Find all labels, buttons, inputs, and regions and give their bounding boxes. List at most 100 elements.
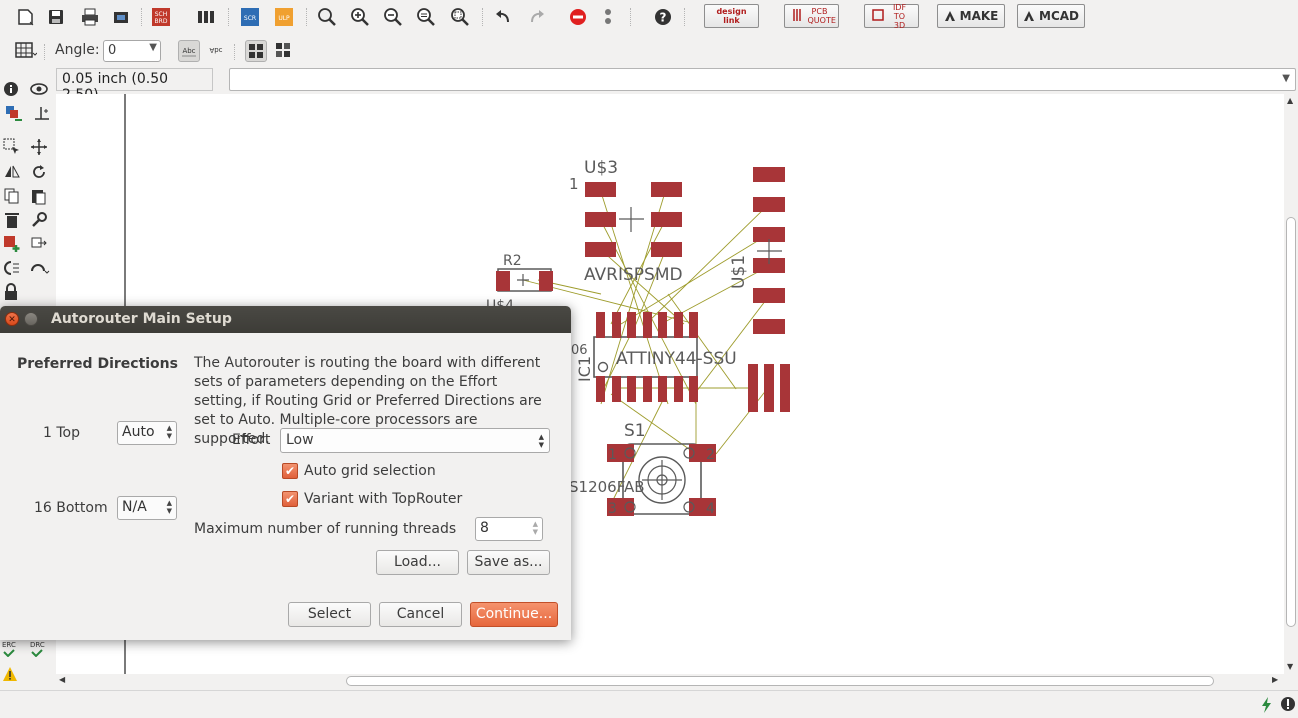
variant-toprouter-checkbox[interactable]: ✔ — [282, 491, 298, 507]
continue-button-label: Continue... — [475, 606, 553, 622]
replace-icon[interactable] — [30, 235, 48, 253]
vertical-scroll-thumb[interactable] — [1286, 217, 1296, 627]
autodesk-a-icon — [944, 10, 956, 23]
svg-text:Abc: Abc — [209, 46, 222, 54]
idf-to-3d-button[interactable]: IDF TO 3D — [864, 2, 919, 30]
us3-label: U$3 — [584, 158, 618, 178]
layer-top-direction-value: Auto — [122, 424, 155, 440]
mirror-icon[interactable] — [3, 163, 21, 181]
scroll-up-icon[interactable]: ▲ — [1287, 96, 1293, 105]
copy-icon[interactable] — [3, 187, 21, 205]
r2-pad-left — [496, 271, 510, 291]
zoom-redraw-icon[interactable] — [416, 7, 436, 27]
optimize-icon[interactable] — [30, 259, 50, 277]
cancel-button[interactable]: Cancel — [379, 602, 462, 627]
angle-label: Angle: — [55, 42, 100, 58]
layer-top-direction-select[interactable]: Auto ▲ ▼ — [117, 421, 177, 445]
stop-status-icon[interactable] — [1280, 696, 1296, 716]
command-line-input[interactable]: ▼ — [229, 68, 1296, 91]
dialog-titlebar[interactable]: ✕ Autorouter Main Setup — [0, 306, 571, 333]
ulp-icon[interactable]: ULP — [274, 7, 294, 27]
up-down-icon: ▲ ▼ — [538, 433, 544, 449]
continue-button[interactable]: Continue... — [470, 602, 558, 627]
scroll-left-icon[interactable]: ◀ — [59, 675, 65, 684]
scroll-right-icon[interactable]: ▶ — [1272, 675, 1278, 684]
text-orient-up-button[interactable]: Abc — [178, 40, 200, 62]
pcb-quote-button[interactable]: PCB QUOTE — [784, 4, 839, 28]
delete-icon[interactable] — [3, 211, 21, 229]
mark-icon[interactable] — [33, 105, 51, 123]
help-icon[interactable]: ? — [653, 7, 673, 27]
warning-icon[interactable] — [2, 666, 20, 684]
design-link-label: design link — [716, 7, 747, 25]
select-button[interactable]: Select — [288, 602, 371, 627]
up-down-icon: ▲ ▼ — [532, 520, 538, 536]
make-button[interactable]: MAKE — [937, 4, 1005, 28]
cam-processor-icon[interactable] — [111, 7, 131, 27]
smash-icon[interactable] — [3, 259, 21, 277]
drc-button[interactable]: DRC — [30, 641, 46, 659]
dialog-title: Autorouter Main Setup — [51, 311, 232, 327]
r2-pad-right — [539, 271, 553, 291]
auto-grid-checkbox[interactable]: ✔ — [282, 463, 298, 479]
horizontal-scrollbar[interactable]: ◀ ▶ — [56, 674, 1284, 688]
stop-icon[interactable] — [568, 7, 588, 27]
undo-icon[interactable] — [493, 7, 513, 27]
open-icon[interactable] — [16, 7, 36, 27]
close-icon[interactable]: ✕ — [5, 312, 19, 326]
design-link-button[interactable]: design link — [704, 4, 759, 28]
go-icon[interactable] — [598, 7, 618, 27]
preferred-directions-heading: Preferred Directions — [17, 356, 178, 372]
erc-button[interactable]: ERC — [2, 641, 18, 659]
minimize-icon[interactable] — [24, 312, 38, 326]
connector-pads — [748, 364, 790, 412]
vertical-scrollbar[interactable]: ▲ ▼ — [1284, 94, 1298, 674]
avrisp-origin-cross — [619, 207, 644, 232]
angle-combo[interactable]: 0 ▼ — [103, 40, 161, 62]
group-select-icon[interactable] — [3, 138, 21, 156]
grid-icon[interactable] — [15, 41, 38, 63]
paste-icon[interactable] — [30, 187, 48, 205]
fill-solid-button[interactable] — [245, 40, 267, 62]
zoom-select-icon[interactable] — [450, 7, 470, 27]
show-eye-icon[interactable] — [30, 81, 48, 99]
fill-outline-button[interactable] — [273, 40, 295, 62]
info-icon[interactable] — [3, 81, 21, 99]
effort-value: Low — [286, 432, 314, 448]
zoom-in-icon[interactable] — [350, 7, 370, 27]
script-icon[interactable]: SCR — [240, 7, 260, 27]
load-button[interactable]: Load... — [376, 550, 459, 575]
layer-top-label: 1 Top — [43, 425, 80, 441]
idf-to-3d-label: IDF TO 3D — [892, 2, 907, 30]
effort-select[interactable]: Low ▲ ▼ — [280, 428, 550, 453]
sch-brd-switch-icon[interactable]: SCH BRD — [151, 7, 171, 27]
move-icon[interactable] — [30, 138, 48, 156]
lightning-icon[interactable] — [1260, 696, 1274, 718]
chevron-down-icon[interactable]: ▼ — [1282, 73, 1290, 84]
print-icon[interactable] — [80, 7, 100, 27]
display-layers-icon[interactable] — [5, 105, 23, 123]
add-part-icon[interactable] — [3, 235, 21, 253]
status-bar — [0, 690, 1298, 718]
redo-icon[interactable] — [527, 7, 547, 27]
zoom-fit-icon[interactable] — [317, 7, 337, 27]
s1-pin4-label: 4 — [706, 501, 715, 517]
change-wrench-icon[interactable] — [30, 211, 48, 229]
save-icon[interactable] — [46, 7, 66, 27]
lock-icon[interactable] — [3, 283, 21, 301]
text-orient-mirror-button[interactable]: Abc — [206, 40, 228, 62]
layer-bottom-direction-select[interactable]: N/A ▲ ▼ — [117, 496, 177, 520]
avrispsmd-label: AVRISPSMD — [584, 265, 683, 285]
library-icon[interactable] — [196, 7, 216, 27]
zoom-out-icon[interactable] — [383, 7, 403, 27]
s1-pin2-label: 2 — [706, 447, 715, 463]
num06-label: 06 — [571, 343, 588, 358]
threads-spinbox[interactable]: 8 ▲ ▼ — [475, 517, 543, 541]
scroll-down-icon[interactable]: ▼ — [1287, 662, 1293, 671]
autorouter-dialog: ✕ Autorouter Main Setup Preferred Direct… — [0, 306, 571, 640]
rotate-icon[interactable] — [30, 163, 48, 181]
autodesk-a-icon — [1023, 10, 1035, 23]
mcad-button[interactable]: MCAD — [1017, 4, 1085, 28]
save-as-button[interactable]: Save as... — [467, 550, 550, 575]
horizontal-scroll-thumb[interactable] — [346, 676, 1214, 686]
